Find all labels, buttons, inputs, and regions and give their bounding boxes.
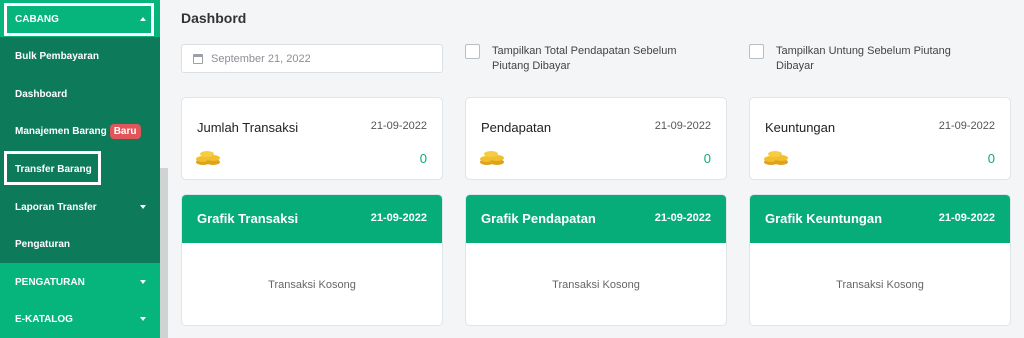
sidebar-item-label: Pengaturan [15, 238, 71, 250]
chevron-down-icon [140, 317, 146, 321]
graph-card-title: Grafik Keuntungan [765, 211, 883, 226]
coins-icon [764, 151, 788, 165]
sidebar: CABANG Bulk Pembayaran Dashboard Manajem… [0, 0, 160, 338]
card-value: 0 [419, 151, 427, 166]
graph-card-pendapatan: Grafik Pendapatan 21-09-2022 Transaksi K… [465, 194, 727, 326]
label-line: Tampilkan Untung Sebelum Piutang [776, 45, 951, 57]
card-value: 0 [987, 151, 995, 166]
card-date: 21-09-2022 [938, 120, 995, 132]
label-line: Dibayar [776, 60, 814, 72]
empty-state-text: Transaksi Kosong [552, 279, 640, 291]
card-value: 0 [703, 151, 711, 166]
coins-icon [480, 151, 504, 165]
graph-card-header: Grafik Transaksi 21-09-2022 [182, 195, 442, 243]
label-line: Tampilkan Total Pendapatan Sebelum [492, 45, 677, 57]
sidebar-item-bulk-pembayaran[interactable]: Bulk Pembayaran [0, 37, 160, 75]
sidebar-item-laporan-transfer[interactable]: Laporan Transfer [0, 188, 160, 226]
stat-card-pendapatan: Pendapatan 21-09-2022 0 [465, 97, 727, 180]
focus-outline [4, 151, 101, 185]
page-title: Dashbord [181, 10, 247, 26]
checkbox-total-pendapatan[interactable] [465, 44, 480, 59]
calendar-icon [193, 53, 203, 64]
stat-card-jumlah-transaksi: Jumlah Transaksi 21-09-2022 0 [181, 97, 443, 180]
sidebar-item-pengaturan-section[interactable]: PENGATURAN [0, 263, 160, 301]
label-line: Piutang Dibayar [492, 60, 571, 72]
coins-icon [196, 151, 220, 165]
graph-card-title: Grafik Pendapatan [481, 211, 596, 226]
empty-state-text: Transaksi Kosong [268, 279, 356, 291]
checkbox-total-pendapatan-label: Tampilkan Total Pendapatan Sebelum Piuta… [492, 44, 676, 74]
sidebar-item-label: PENGATURAN [15, 276, 85, 288]
sidebar-item-pengaturan[interactable]: Pengaturan [0, 225, 160, 263]
sidebar-item-manajemen-barang[interactable]: Manajemen Barang Baru [0, 112, 160, 150]
graph-card-date: 21-09-2022 [938, 212, 995, 224]
card-date: 21-09-2022 [654, 120, 711, 132]
sidebar-item-label: Dashboard [15, 88, 68, 100]
chevron-down-icon [140, 280, 146, 284]
graph-card-date: 21-09-2022 [370, 212, 427, 224]
graph-card-transaksi: Grafik Transaksi 21-09-2022 Transaksi Ko… [181, 194, 443, 326]
card-title: Jumlah Transaksi [197, 120, 299, 135]
graph-card-date: 21-09-2022 [654, 212, 711, 224]
graph-card-header: Grafik Keuntungan 21-09-2022 [750, 195, 1010, 243]
sidebar-scrollbar[interactable] [160, 168, 168, 338]
date-picker-input[interactable]: September 21, 2022 [181, 44, 443, 73]
chevron-down-icon [140, 205, 146, 209]
date-value: September 21, 2022 [211, 52, 311, 65]
empty-state-text: Transaksi Kosong [836, 279, 924, 291]
checkbox-untung-label: Tampilkan Untung Sebelum Piutang Dibayar [776, 44, 951, 74]
graph-card-keuntungan: Grafik Keuntungan 21-09-2022 Transaksi K… [749, 194, 1011, 326]
sidebar-item-label: E-KATALOG [15, 313, 73, 325]
sidebar-item-e-katalog[interactable]: E-KATALOG [0, 300, 160, 338]
sidebar-item-label: Manajemen Barang [15, 125, 107, 137]
sidebar-item-label: Bulk Pembayaran [15, 50, 99, 62]
card-title: Pendapatan [481, 120, 552, 135]
stat-card-keuntungan: Keuntungan 21-09-2022 0 [749, 97, 1011, 180]
checkbox-untung[interactable] [749, 44, 764, 59]
graph-card-title: Grafik Transaksi [197, 211, 299, 226]
sidebar-item-dashboard[interactable]: Dashboard [0, 75, 160, 113]
sidebar-item-label: Laporan Transfer [15, 201, 97, 213]
focus-outline [4, 3, 154, 36]
card-title: Keuntungan [765, 120, 836, 135]
graph-card-header: Grafik Pendapatan 21-09-2022 [466, 195, 726, 243]
card-date: 21-09-2022 [370, 120, 427, 132]
new-badge: Baru [109, 123, 141, 139]
